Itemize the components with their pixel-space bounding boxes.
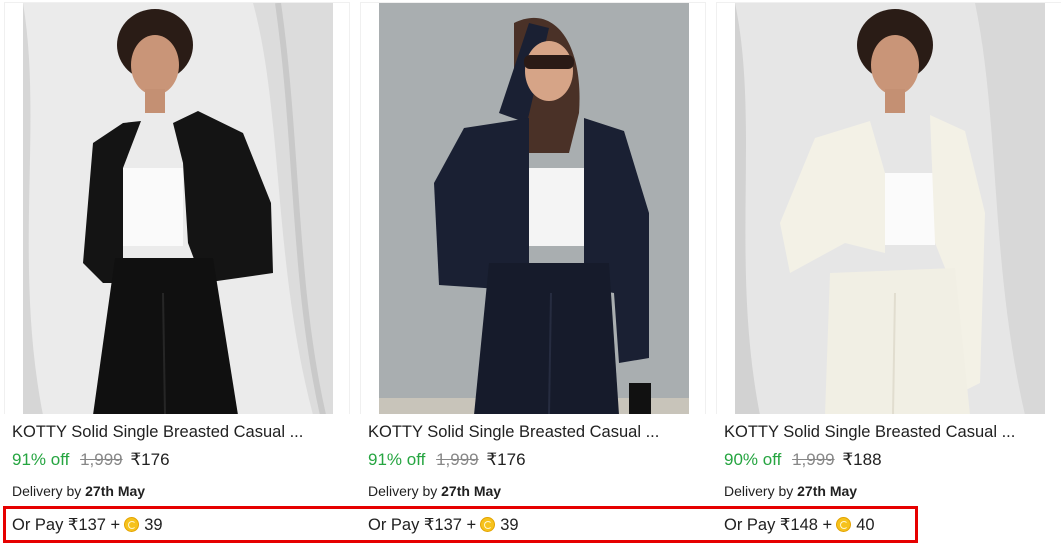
pay-text: Or Pay ₹148 + bbox=[724, 516, 833, 534]
coin-pay-offer: Or Pay ₹137 + 39 bbox=[368, 515, 519, 535]
original-price: 1,999 bbox=[80, 450, 123, 469]
coin-pay-offer: Or Pay ₹137 + 39 bbox=[12, 515, 163, 535]
product-title[interactable]: KOTTY Solid Single Breasted Casual ... bbox=[12, 423, 342, 442]
supercoin-icon bbox=[480, 517, 496, 532]
delivery-info: Delivery by 27th May bbox=[368, 483, 501, 499]
original-price: 1,999 bbox=[792, 450, 835, 469]
price-row: 90% off 1,999 ₹188 bbox=[724, 450, 882, 472]
selling-price: ₹188 bbox=[842, 450, 882, 469]
product-title[interactable]: KOTTY Solid Single Breasted Casual ... bbox=[368, 423, 698, 442]
product-image[interactable] bbox=[23, 3, 333, 414]
original-price: 1,999 bbox=[436, 450, 479, 469]
delivery-info: Delivery by 27th May bbox=[12, 483, 145, 499]
pay-text: Or Pay ₹137 + bbox=[368, 516, 477, 534]
product-image-frame[interactable] bbox=[4, 2, 350, 414]
product-grid: KOTTY Solid Single Breasted Casual ... 9… bbox=[0, 0, 1061, 548]
product-image[interactable] bbox=[379, 3, 689, 414]
coin-count: 40 bbox=[856, 516, 875, 534]
discount-label: 90% off bbox=[724, 450, 782, 469]
delivery-prefix: Delivery by bbox=[368, 483, 438, 499]
coin-count: 39 bbox=[144, 516, 163, 534]
discount-label: 91% off bbox=[12, 450, 70, 469]
product-image-frame[interactable] bbox=[716, 2, 1061, 414]
product-title[interactable]: KOTTY Solid Single Breasted Casual ... bbox=[724, 423, 1054, 442]
product-image[interactable] bbox=[735, 3, 1045, 414]
delivery-prefix: Delivery by bbox=[724, 483, 794, 499]
price-row: 91% off 1,999 ₹176 bbox=[12, 450, 170, 472]
delivery-date: 27th May bbox=[797, 483, 858, 499]
coin-pay-offer: Or Pay ₹148 + 40 bbox=[724, 515, 875, 535]
delivery-info: Delivery by 27th May bbox=[724, 483, 857, 499]
supercoin-icon bbox=[124, 517, 140, 532]
selling-price: ₹176 bbox=[130, 450, 170, 469]
product-card[interactable]: KOTTY Solid Single Breasted Casual ... 9… bbox=[4, 0, 350, 548]
product-card[interactable]: KOTTY Solid Single Breasted Casual ... 9… bbox=[716, 0, 1061, 548]
pay-text: Or Pay ₹137 + bbox=[12, 516, 121, 534]
delivery-prefix: Delivery by bbox=[12, 483, 82, 499]
price-row: 91% off 1,999 ₹176 bbox=[368, 450, 526, 472]
coin-count: 39 bbox=[500, 516, 519, 534]
product-card[interactable]: KOTTY Solid Single Breasted Casual ... 9… bbox=[360, 0, 706, 548]
discount-label: 91% off bbox=[368, 450, 426, 469]
selling-price: ₹176 bbox=[486, 450, 526, 469]
delivery-date: 27th May bbox=[85, 483, 146, 499]
supercoin-icon bbox=[836, 517, 852, 532]
product-image-frame[interactable] bbox=[360, 2, 706, 414]
delivery-date: 27th May bbox=[441, 483, 502, 499]
